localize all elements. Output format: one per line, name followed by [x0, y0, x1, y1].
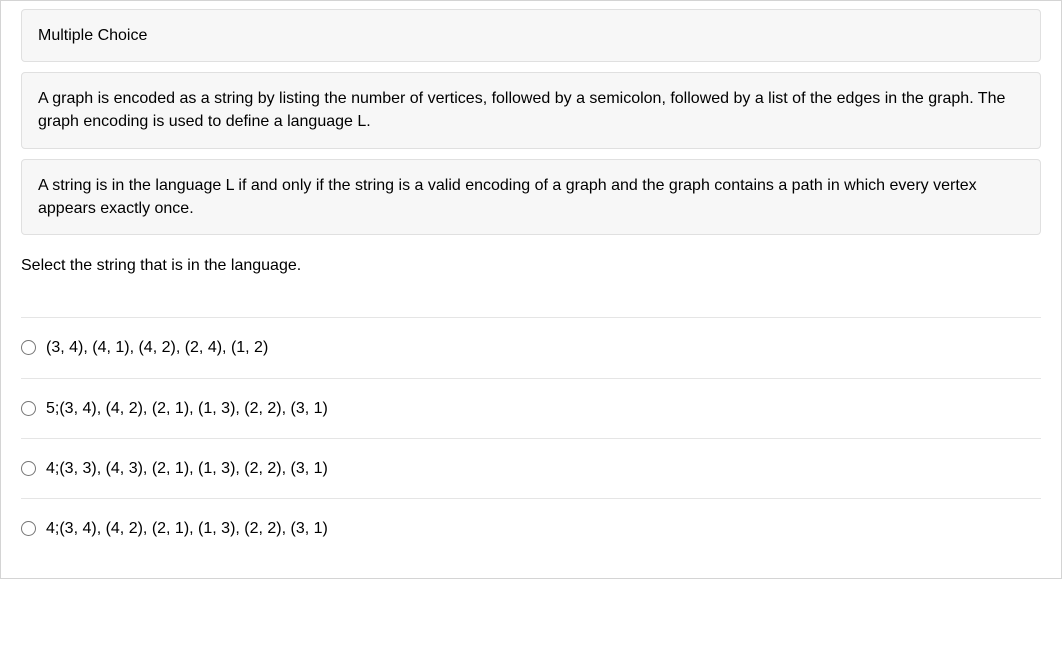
- option-radio[interactable]: [21, 401, 36, 416]
- context-text-1: A graph is encoded as a string by listin…: [38, 87, 1024, 133]
- option-row[interactable]: (3, 4), (4, 1), (4, 2), (2, 4), (1, 2): [21, 317, 1041, 377]
- option-row[interactable]: 4;(3, 3), (4, 3), (2, 1), (1, 3), (2, 2)…: [21, 438, 1041, 498]
- question-container: Multiple Choice A graph is encoded as a …: [0, 0, 1062, 579]
- options-list: (3, 4), (4, 1), (4, 2), (2, 4), (1, 2) 5…: [21, 317, 1041, 538]
- option-label: 4;(3, 3), (4, 3), (2, 1), (1, 3), (2, 2)…: [46, 459, 328, 478]
- option-radio[interactable]: [21, 340, 36, 355]
- option-label: (3, 4), (4, 1), (4, 2), (2, 4), (1, 2): [46, 338, 268, 357]
- context-panel-2: A string is in the language L if and onl…: [21, 159, 1041, 235]
- prompt-text: Select the string that is in the languag…: [21, 245, 1041, 307]
- context-text-2: A string is in the language L if and onl…: [38, 174, 1024, 220]
- option-radio[interactable]: [21, 461, 36, 476]
- option-row[interactable]: 4;(3, 4), (4, 2), (2, 1), (1, 3), (2, 2)…: [21, 498, 1041, 538]
- option-label: 5;(3, 4), (4, 2), (2, 1), (1, 3), (2, 2)…: [46, 399, 328, 418]
- context-panel-1: A graph is encoded as a string by listin…: [21, 72, 1041, 148]
- option-label: 4;(3, 4), (4, 2), (2, 1), (1, 3), (2, 2)…: [46, 519, 328, 538]
- question-type-label: Multiple Choice: [38, 24, 1024, 47]
- option-row[interactable]: 5;(3, 4), (4, 2), (2, 1), (1, 3), (2, 2)…: [21, 378, 1041, 438]
- option-radio[interactable]: [21, 521, 36, 536]
- title-panel: Multiple Choice: [21, 9, 1041, 62]
